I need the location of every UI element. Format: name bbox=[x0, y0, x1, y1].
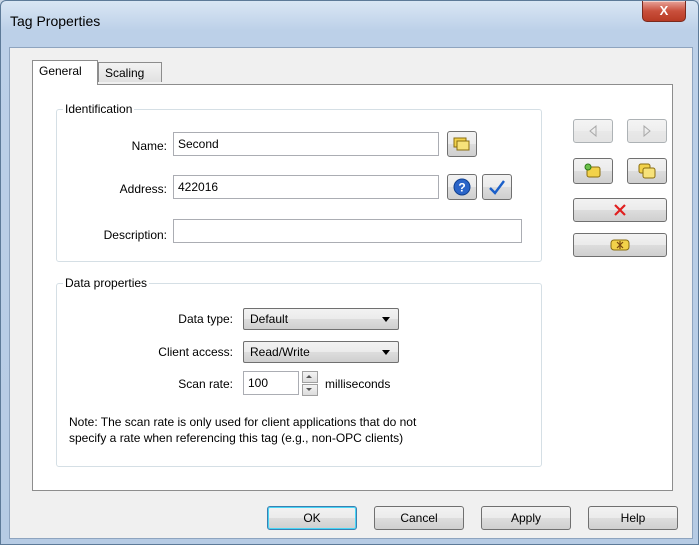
validate-address-button[interactable] bbox=[482, 174, 512, 200]
scan-rate-spinner[interactable] bbox=[302, 371, 318, 396]
address-help-button[interactable]: ? bbox=[447, 174, 477, 200]
client-access-dropdown[interactable]: Read/Write bbox=[243, 341, 399, 363]
delete-tag-button[interactable] bbox=[573, 198, 667, 222]
description-label: Description: bbox=[103, 228, 167, 242]
scan-rate-note: Note: The scan rate is only used for cli… bbox=[69, 414, 529, 446]
scan-rate-label: Scan rate: bbox=[178, 377, 233, 391]
help-button[interactable]: Help bbox=[588, 506, 678, 530]
tag-browse-icon bbox=[453, 137, 470, 151]
scan-rate-field[interactable]: 100 bbox=[243, 371, 299, 395]
next-tag-button[interactable] bbox=[627, 119, 667, 143]
browse-tag-name-button[interactable] bbox=[447, 131, 477, 157]
duplicate-tag-button[interactable] bbox=[627, 158, 667, 184]
data-properties-legend: Data properties bbox=[63, 276, 150, 290]
title-bar[interactable]: Tag Properties X bbox=[1, 1, 698, 45]
client-access-label: Client access: bbox=[158, 345, 233, 359]
general-tab-panel: Identification Name: Second Address: 422… bbox=[32, 84, 673, 491]
new-tag-button[interactable] bbox=[573, 158, 613, 184]
chevron-down-icon bbox=[382, 317, 390, 322]
apply-tag-button[interactable] bbox=[573, 233, 667, 257]
name-label: Name: bbox=[131, 139, 167, 153]
duplicate-tag-icon bbox=[638, 163, 656, 179]
red-x-icon bbox=[614, 204, 626, 216]
data-properties-group: Data properties Data type: Default Clien… bbox=[56, 276, 542, 467]
cancel-button[interactable]: Cancel bbox=[374, 506, 464, 530]
dialog-client-area: General Scaling Identification Name: Sec… bbox=[9, 47, 693, 539]
data-type-value: Default bbox=[250, 312, 289, 326]
address-label: Address: bbox=[119, 182, 167, 196]
close-button[interactable]: X bbox=[642, 1, 686, 22]
ok-button[interactable]: OK bbox=[267, 506, 357, 530]
help-icon: ? bbox=[453, 178, 471, 196]
data-type-dropdown[interactable]: Default bbox=[243, 308, 399, 330]
note-line-2: specify a rate when referencing this tag… bbox=[69, 431, 404, 445]
name-field[interactable]: Second bbox=[173, 132, 439, 156]
chevron-down-icon bbox=[382, 350, 390, 355]
client-access-value: Read/Write bbox=[250, 345, 310, 359]
scan-rate-unit: milliseconds bbox=[325, 377, 391, 391]
triangle-right-icon bbox=[643, 125, 651, 137]
description-field[interactable] bbox=[173, 219, 522, 243]
note-line-1: Note: The scan rate is only used for cli… bbox=[69, 415, 417, 429]
checkmark-icon bbox=[489, 180, 505, 195]
identification-group: Identification Name: Second Address: 422… bbox=[56, 102, 542, 262]
data-type-label: Data type: bbox=[178, 312, 233, 326]
svg-text:?: ? bbox=[458, 181, 465, 195]
previous-tag-button[interactable] bbox=[573, 119, 613, 143]
tag-properties-window: Tag Properties X General Scaling Identif… bbox=[0, 0, 699, 545]
apply-button[interactable]: Apply bbox=[481, 506, 571, 530]
tag-apply-icon bbox=[610, 239, 630, 251]
tab-general[interactable]: General bbox=[32, 60, 98, 85]
identification-legend: Identification bbox=[63, 102, 135, 116]
new-tag-icon bbox=[584, 163, 601, 178]
triangle-left-icon bbox=[589, 125, 597, 137]
spin-up-icon[interactable] bbox=[302, 371, 318, 383]
tab-scaling[interactable]: Scaling bbox=[98, 62, 162, 82]
spin-down-icon[interactable] bbox=[302, 384, 318, 396]
address-field[interactable]: 422016 bbox=[173, 175, 439, 199]
window-title: Tag Properties bbox=[10, 13, 101, 29]
